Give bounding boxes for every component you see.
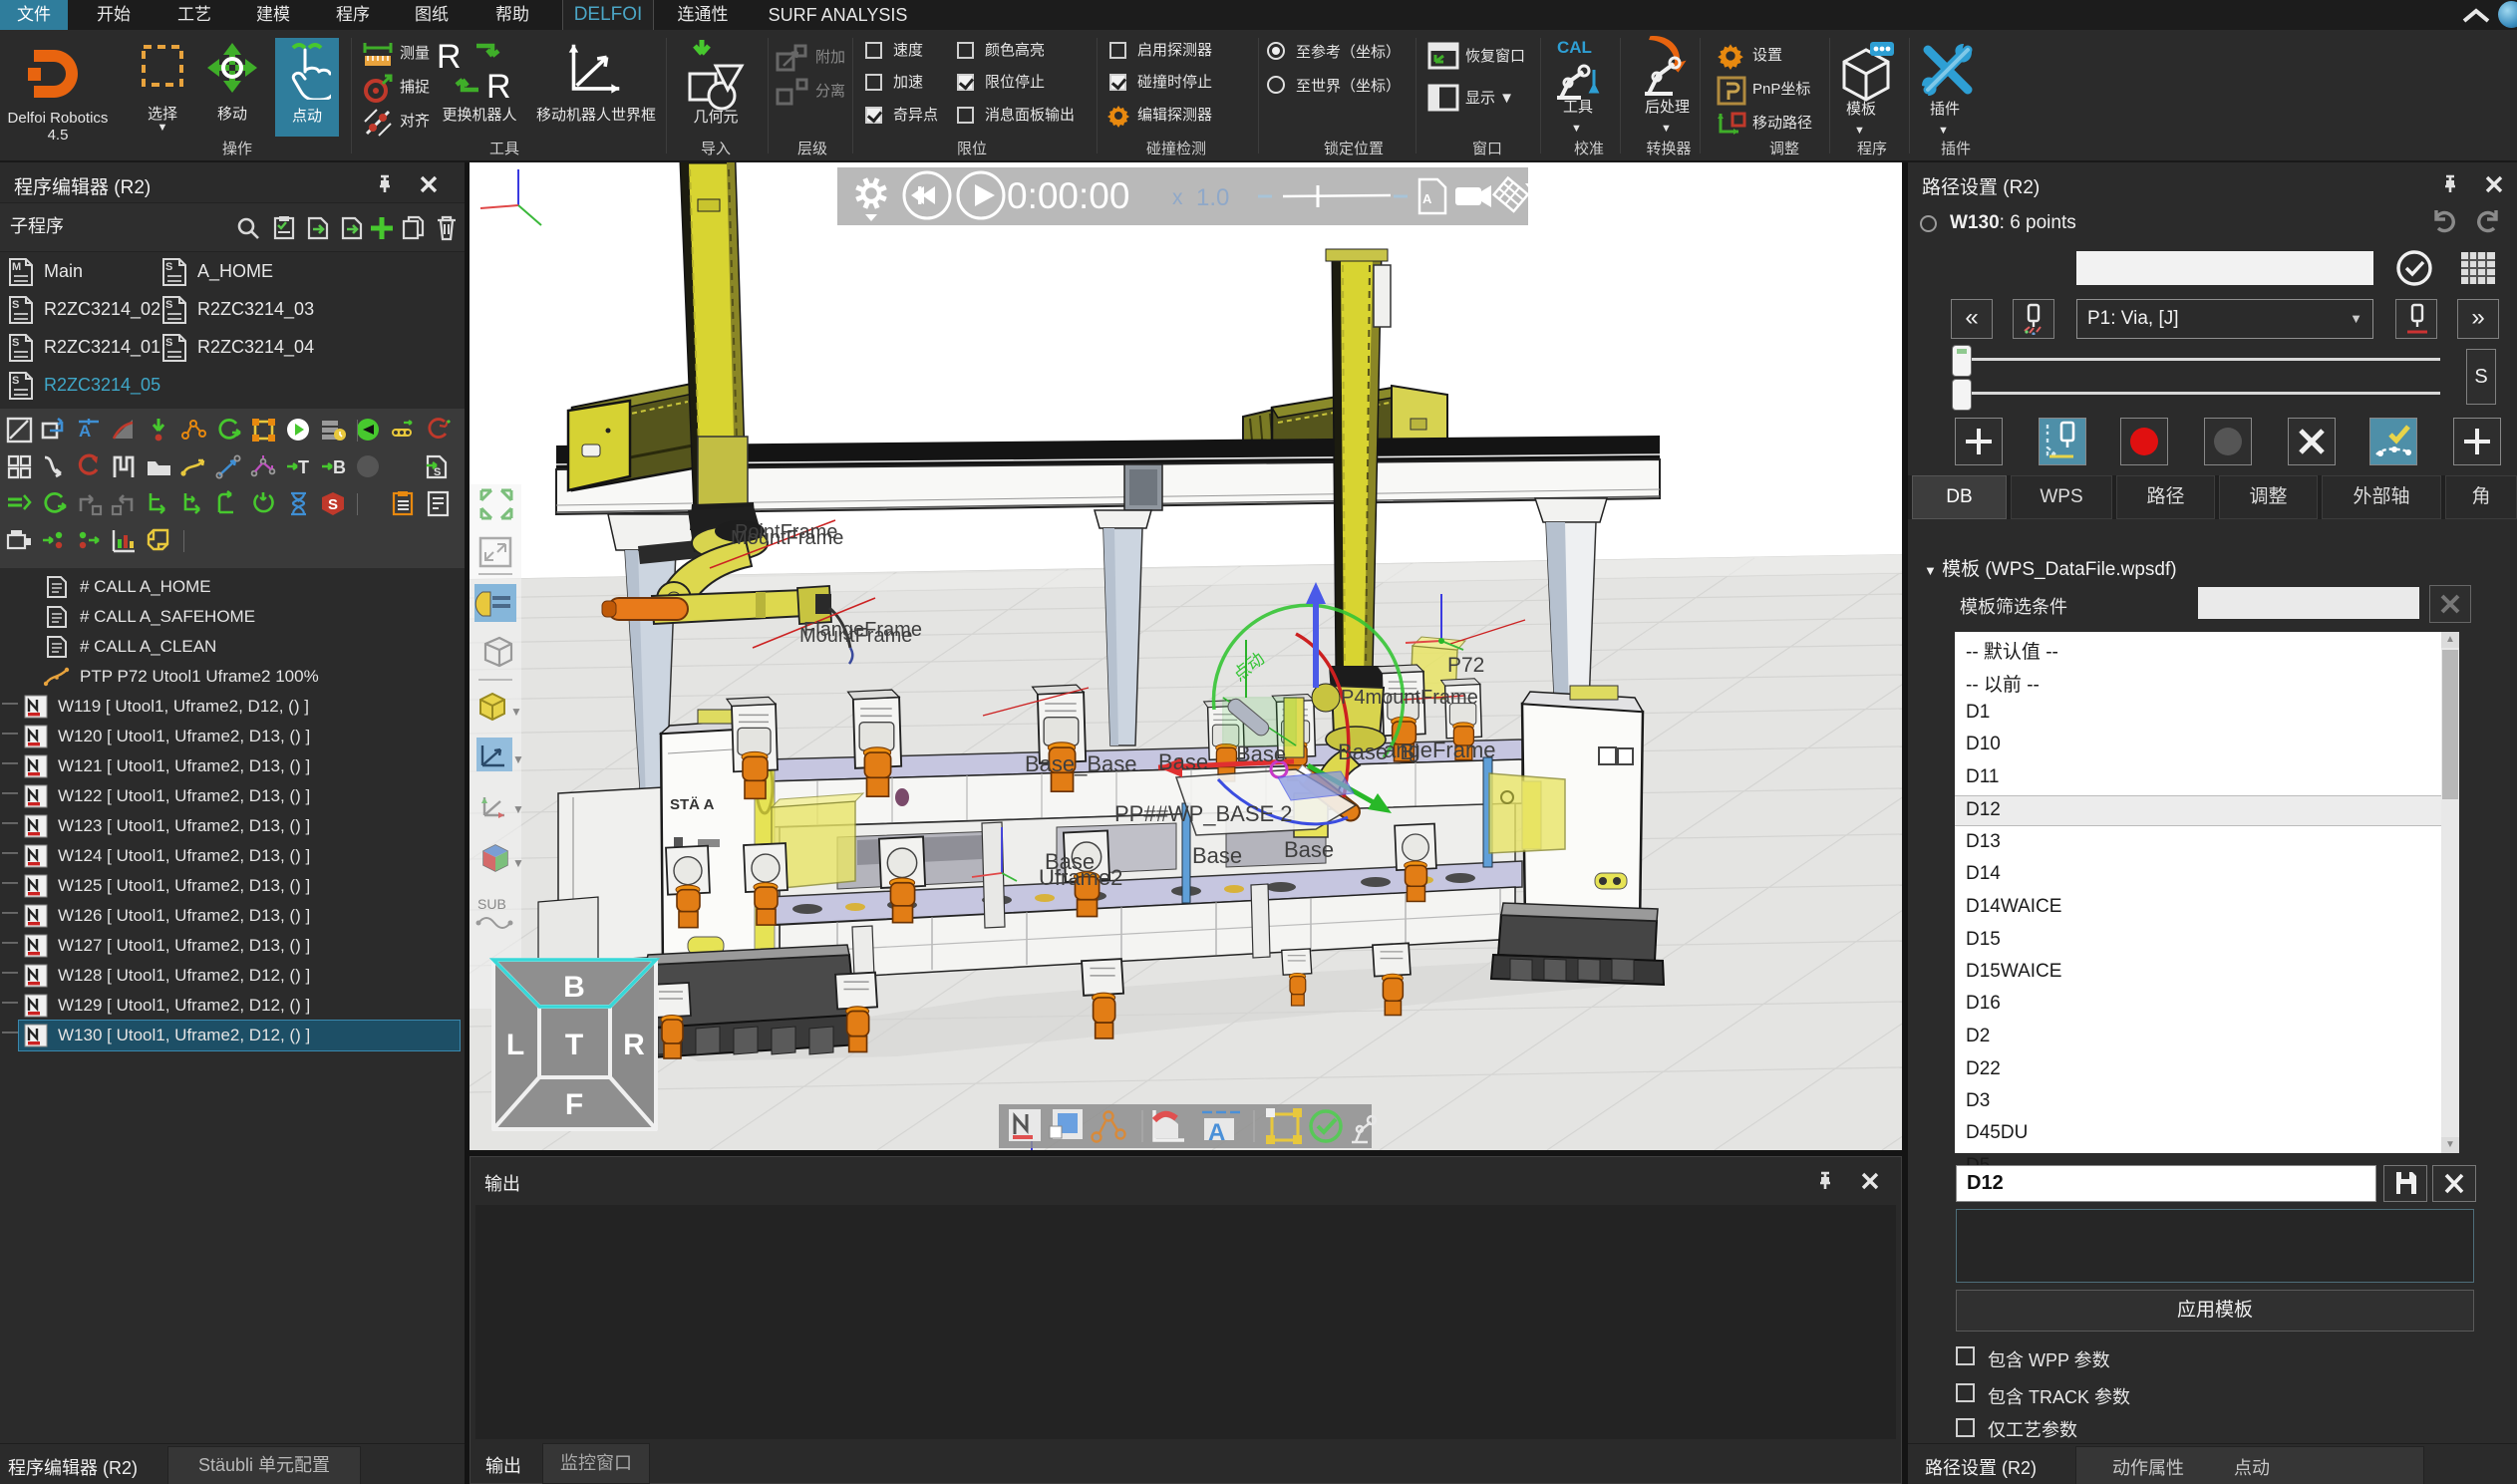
svg-text:▼: ▼ bbox=[510, 705, 522, 719]
svg-text:S: S bbox=[12, 337, 19, 349]
svg-text:SUB: SUB bbox=[477, 896, 506, 912]
svg-text:B: B bbox=[333, 457, 346, 477]
svg-text:S: S bbox=[165, 337, 172, 349]
svg-text:0:00:00: 0:00:00 bbox=[1007, 175, 1129, 216]
svg-text:▼: ▼ bbox=[512, 856, 524, 870]
svg-text:Base: Base bbox=[1158, 749, 1208, 774]
svg-text:S: S bbox=[12, 299, 19, 311]
svg-text:A: A bbox=[1208, 1119, 1225, 1146]
svg-text:R: R bbox=[486, 68, 511, 100]
svg-text:B: B bbox=[563, 971, 585, 1004]
svg-text:S: S bbox=[328, 496, 338, 513]
svg-text:▼: ▼ bbox=[512, 802, 524, 816]
svg-text:Uframe2: Uframe2 bbox=[1039, 865, 1122, 890]
svg-text:R: R bbox=[623, 1029, 645, 1061]
svg-text:MountFrame: MountFrame bbox=[731, 527, 843, 549]
svg-text:S: S bbox=[12, 375, 19, 387]
svg-text:Base: Base bbox=[1192, 843, 1242, 868]
svg-text:angeFrame: angeFrame bbox=[1384, 738, 1496, 762]
svg-text:PP##WP_BASE 2: PP##WP_BASE 2 bbox=[1114, 801, 1293, 826]
svg-text:T: T bbox=[565, 1029, 583, 1061]
svg-text:P4mountFrame: P4mountFrame bbox=[1341, 687, 1478, 709]
svg-text:P72: P72 bbox=[1447, 654, 1484, 677]
svg-text:MountFrame: MountFrame bbox=[799, 625, 912, 647]
svg-text:R: R bbox=[437, 38, 462, 76]
svg-text:1.0: 1.0 bbox=[1196, 184, 1229, 211]
svg-text:x: x bbox=[1172, 186, 1183, 209]
svg-text:S: S bbox=[434, 466, 441, 478]
svg-text:T: T bbox=[298, 457, 309, 477]
svg-text:Base_Base: Base_Base bbox=[1025, 751, 1137, 776]
svg-text:S: S bbox=[165, 299, 172, 311]
svg-text:▼: ▼ bbox=[512, 752, 524, 766]
svg-text:Base: Base bbox=[1236, 742, 1286, 766]
svg-text:S: S bbox=[165, 261, 172, 273]
svg-text:L: L bbox=[506, 1029, 524, 1061]
svg-text:F: F bbox=[565, 1088, 583, 1121]
svg-text:STÄ A: STÄ A bbox=[670, 796, 715, 813]
svg-text:Base: Base bbox=[1284, 837, 1334, 862]
svg-text:A: A bbox=[1422, 191, 1432, 206]
svg-text:M: M bbox=[12, 261, 21, 273]
